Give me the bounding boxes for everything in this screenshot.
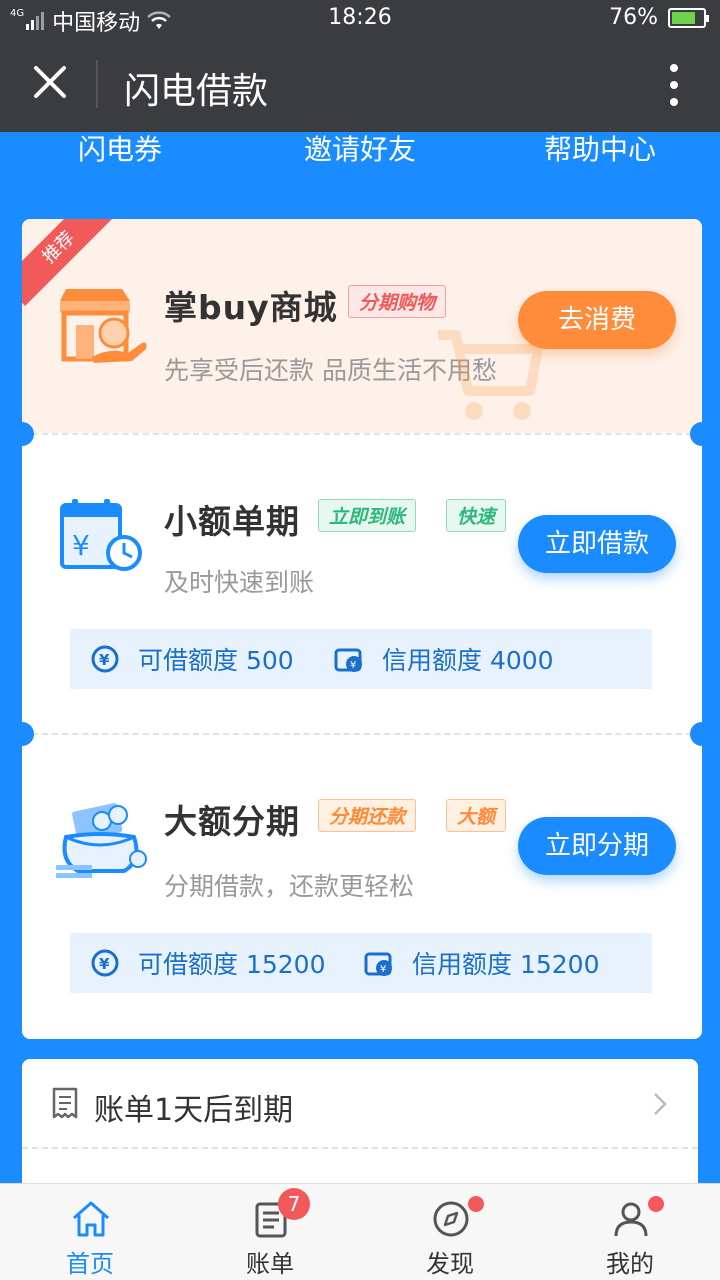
bill-due-card[interactable]: 账单1天后到期 [22, 1059, 698, 1189]
credit-quota-label: 信用额度 4000 [382, 646, 554, 675]
card-notch [10, 422, 34, 446]
chevron-right-icon [654, 1093, 667, 1115]
money-bag-icon [56, 803, 147, 878]
installment-now-button[interactable]: 立即分期 [518, 817, 676, 875]
menu-coupon[interactable]: 闪电券 [0, 128, 240, 168]
bill-badge: 7 [278, 1188, 310, 1220]
bill-icon [52, 1087, 78, 1119]
yuan-circle-icon: ¥ [91, 949, 119, 977]
more-vertical-icon[interactable] [670, 64, 680, 106]
loan-products-card: 推荐 掌buy商城 分期购物 先享受后还款 品质生活不用愁 去消费 ¥ 小额单期… [22, 219, 702, 1039]
mall-section[interactable]: 推荐 掌buy商城 分期购物 先享受后还款 品质生活不用愁 去消费 [22, 219, 702, 433]
nav-discover-label: 发现 [426, 1250, 474, 1278]
page-title: 闪电借款 [124, 71, 269, 112]
status-right: 76% [609, 5, 709, 30]
card-notch [690, 422, 714, 446]
nav-bill[interactable]: 7 账单 [180, 1184, 360, 1280]
close-icon[interactable] [28, 60, 72, 104]
mine-dot [648, 1196, 664, 1212]
svg-text:¥: ¥ [99, 651, 110, 669]
yuan-circle-icon: ¥ [91, 645, 119, 673]
battery-icon [668, 7, 709, 28]
large-loan-section[interactable]: 大额分期 分期还款 大额 分期借款，还款更轻松 立即分期 ¥ 可借额度 1520… [22, 733, 702, 1039]
svg-text:¥: ¥ [99, 955, 110, 973]
nav-home[interactable]: 首页 [0, 1184, 180, 1280]
large-loan-quota: ¥ 可借额度 15200 ¥ 信用额度 15200 [70, 933, 652, 993]
credit-quota: ¥ 信用额度 15200 [364, 933, 599, 993]
mall-tag: 分期购物 [348, 285, 447, 318]
small-loan-tag-fast: 快速 [446, 499, 507, 532]
nav-bill-label: 账单 [246, 1250, 294, 1278]
status-bar: 4G 中国移动 18:26 76% [0, 0, 720, 38]
mall-title: 掌buy商城 [164, 288, 338, 327]
bill-divider [22, 1147, 698, 1149]
svg-text:¥: ¥ [380, 964, 386, 975]
menu-invite[interactable]: 邀请好友 [240, 128, 480, 168]
discover-dot [468, 1196, 484, 1212]
small-loan-quota: ¥ 可借额度 500 ¥ 信用额度 4000 [70, 629, 652, 689]
small-loan-title: 小额单期 [164, 502, 300, 541]
nav-mine-label: 我的 [606, 1250, 654, 1278]
compass-icon [433, 1201, 469, 1237]
card-notch [10, 722, 34, 746]
app-bar: 闪电借款 [0, 38, 720, 132]
borrow-now-button[interactable]: 立即借款 [518, 515, 676, 573]
nav-mine[interactable]: 我的 [540, 1184, 720, 1280]
app-bar-divider [96, 60, 98, 108]
available-quota-label: 可借额度 500 [138, 646, 294, 675]
wallet-icon: ¥ [334, 648, 362, 672]
wallet-icon: ¥ [364, 952, 392, 976]
top-menu: 闪电券 邀请好友 帮助中心 [0, 128, 720, 168]
available-quota: ¥ 可借额度 500 [90, 629, 294, 689]
large-loan-subtitle: 分期借款，还款更轻松 [164, 872, 415, 901]
large-loan-tag-installment: 分期还款 [318, 799, 417, 832]
large-loan-tag-large: 大额 [446, 799, 507, 832]
shop-icon [60, 289, 147, 363]
small-loan-subtitle: 及时快速到账 [164, 568, 315, 597]
bottom-nav: 首页 7 账单 发现 我的 [0, 1183, 720, 1280]
menu-help[interactable]: 帮助中心 [480, 128, 720, 168]
nav-discover[interactable]: 发现 [360, 1184, 540, 1280]
large-loan-title: 大额分期 [164, 802, 300, 841]
available-quota: ¥ 可借额度 15200 [90, 933, 325, 993]
home-icon [73, 1201, 109, 1237]
credit-quota-label: 信用额度 15200 [412, 950, 600, 979]
credit-quota: ¥ 信用额度 4000 [334, 629, 554, 689]
battery-percent: 76% [609, 5, 658, 30]
svg-text:¥: ¥ [350, 660, 356, 671]
user-icon [614, 1202, 648, 1237]
card-notch [690, 722, 714, 746]
go-shopping-button[interactable]: 去消费 [518, 291, 676, 349]
bill-due-text: 账单1天后到期 [94, 1093, 294, 1128]
small-loan-section[interactable]: ¥ 小额单期 立即到账 快速 及时快速到账 立即借款 ¥ 可借额度 500 ¥ [22, 433, 702, 733]
calendar-clock-icon: ¥ [60, 499, 142, 571]
available-quota-label: 可借额度 15200 [138, 950, 326, 979]
small-loan-tag-instant: 立即到账 [318, 499, 417, 532]
svg-text:¥: ¥ [72, 529, 90, 562]
nav-home-label: 首页 [66, 1250, 114, 1278]
